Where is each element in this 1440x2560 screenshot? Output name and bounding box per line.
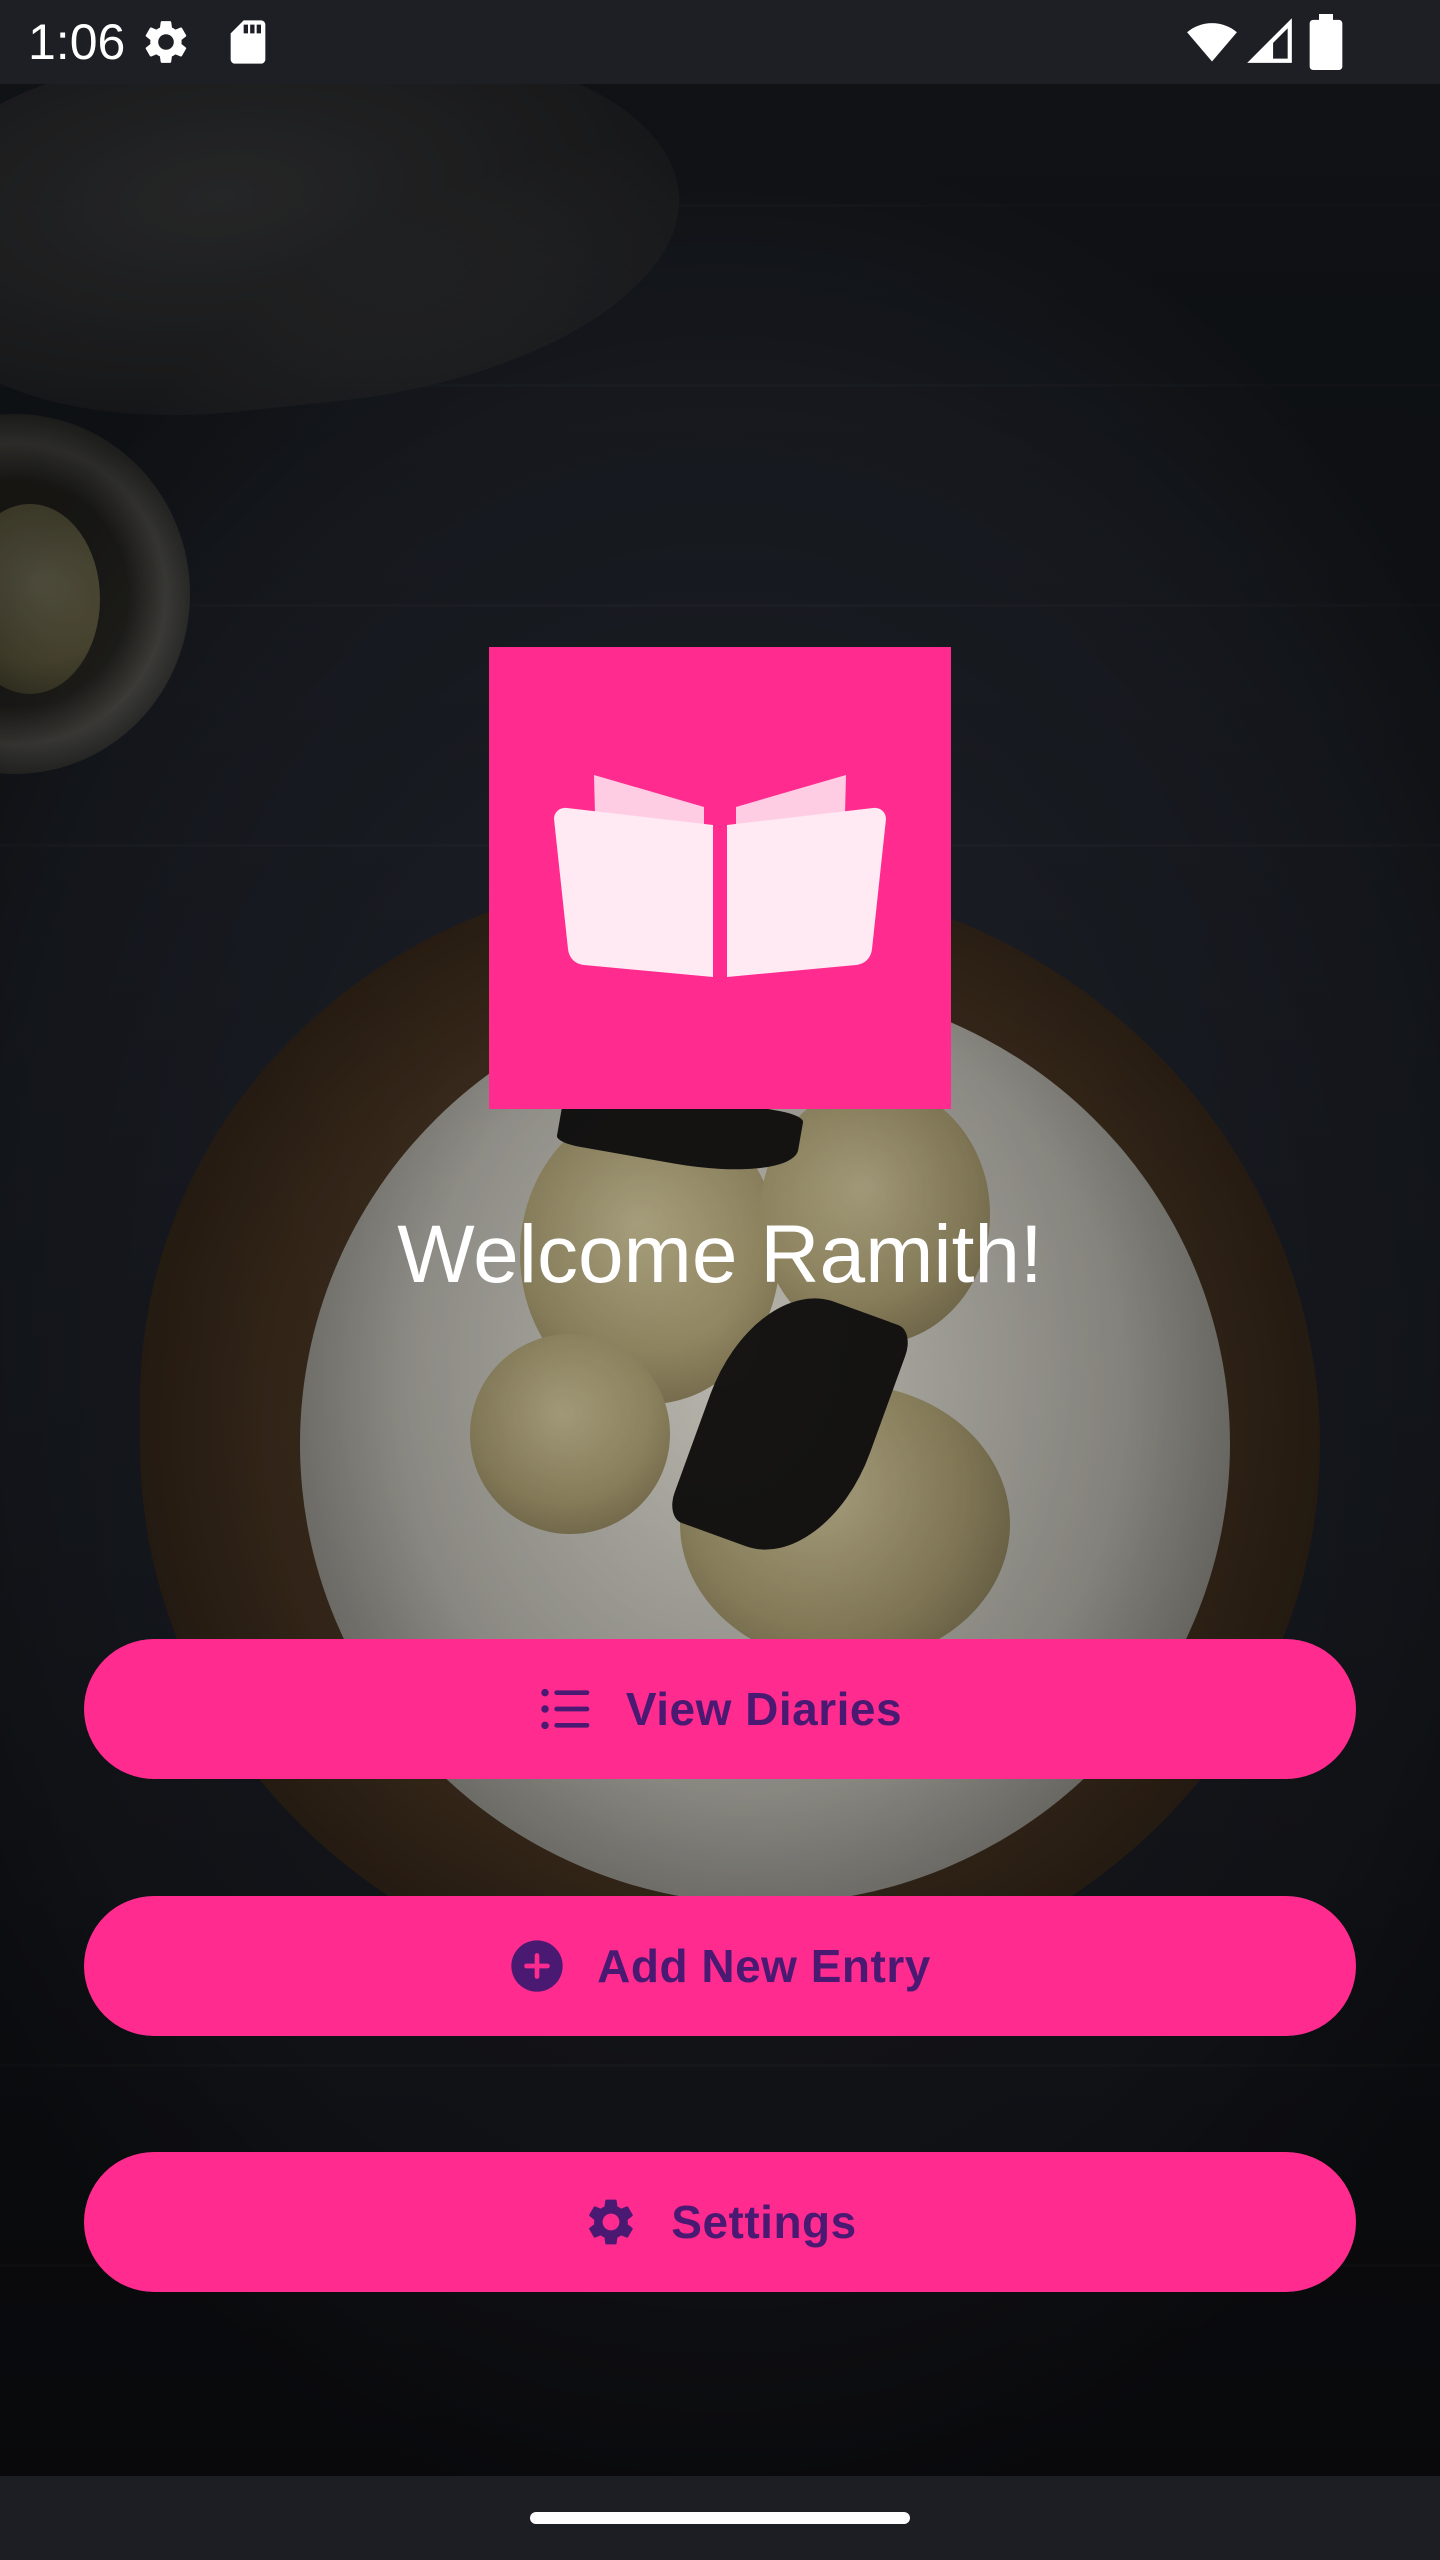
add-new-entry-button[interactable]: Add New Entry — [84, 1896, 1356, 2036]
settings-gear-icon — [145, 21, 187, 63]
settings-label: Settings — [671, 2196, 857, 2248]
add-circle-icon — [511, 1940, 563, 1992]
status-bar: 1:06 — [0, 0, 1440, 84]
view-diaries-label: View Diaries — [625, 1683, 903, 1735]
status-time: 1:06 — [28, 14, 126, 70]
home-screen: 1:06 Welcome Ramith! View Diaries Add Ne… — [0, 0, 1440, 2560]
sd-card-icon — [230, 20, 266, 64]
navigation-bar — [0, 2476, 1440, 2560]
welcome-message: Welcome Ramith! — [397, 1209, 1043, 1300]
app-logo — [489, 647, 951, 1109]
battery-icon — [1309, 14, 1343, 70]
home-indicator[interactable] — [530, 2512, 910, 2524]
wifi-icon — [1187, 23, 1237, 62]
signal-icon — [1247, 18, 1292, 63]
open-book-icon — [554, 775, 886, 977]
settings-button[interactable]: Settings — [84, 2152, 1356, 2292]
add-new-entry-label: Add New Entry — [597, 1940, 931, 1992]
gear-icon — [589, 2199, 634, 2245]
list-icon — [541, 1688, 590, 1730]
view-diaries-button[interactable]: View Diaries — [84, 1639, 1356, 1779]
